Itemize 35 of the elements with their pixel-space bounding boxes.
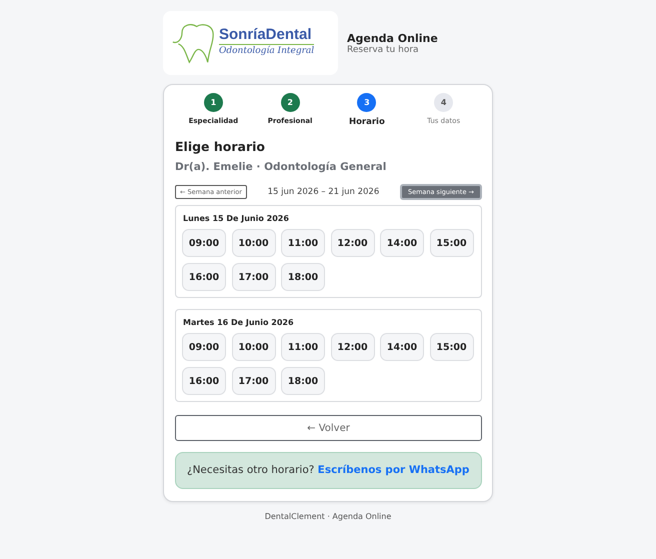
step-number: 3 (357, 93, 376, 112)
logo-tagline: Odontología Integral (219, 44, 314, 56)
time-slot-button[interactable]: 12:00 (330, 229, 374, 257)
app-subtitle: Reserva tu hora (347, 44, 420, 54)
step-number: 2 (280, 93, 300, 112)
whatsapp-notice: ¿Necesitas otro horario? Escríbenos por WhatsApp (175, 452, 482, 489)
time-slot-button[interactable]: 14:00 (380, 229, 424, 257)
week-range: 15 jun 2026 – 21 jun 2026 (268, 187, 380, 197)
day-title: Lunes 15 De Junio 2026 (182, 214, 290, 223)
time-slot-button[interactable]: 10:00 (232, 333, 276, 361)
step-number: 4 (434, 93, 454, 112)
time-slot-button[interactable]: 11:00 (281, 229, 325, 257)
day-title: Martes 16 De Junio 2026 (182, 318, 295, 327)
section-heading: Elige horario (175, 139, 266, 154)
professional-name: Dr(a). Emelie · Odontología General (175, 160, 388, 175)
app-title: Agenda Online (347, 32, 438, 44)
time-slot-button[interactable]: 17:00 (232, 367, 276, 395)
logo-name: SonríaDental (219, 26, 313, 44)
time-slot-button[interactable]: 09:00 (182, 333, 226, 361)
time-slot-button[interactable]: 09:00 (182, 229, 226, 257)
time-slot-button[interactable]: 12:00 (330, 333, 374, 361)
time-slot-button[interactable]: 14:00 (380, 333, 424, 361)
time-slot-button[interactable]: 18:00 (281, 367, 325, 395)
time-slot-button[interactable]: 17:00 (232, 263, 276, 291)
footer-text: DentalClement · Agenda Online (264, 512, 392, 521)
time-slot-button[interactable]: 16:00 (182, 263, 226, 291)
time-slot-button[interactable]: 11:00 (281, 333, 325, 361)
time-slot-button[interactable]: 10:00 (232, 229, 276, 257)
time-slot-button[interactable]: 15:00 (430, 229, 474, 257)
time-slot-button[interactable]: 18:00 (281, 263, 325, 291)
step-label: Horario (348, 117, 385, 127)
back-button[interactable]: ← Volver (175, 415, 482, 441)
step-number: 1 (204, 93, 223, 112)
time-slot-button[interactable]: 15:00 (430, 333, 474, 361)
time-slot-button[interactable]: 16:00 (182, 367, 226, 395)
